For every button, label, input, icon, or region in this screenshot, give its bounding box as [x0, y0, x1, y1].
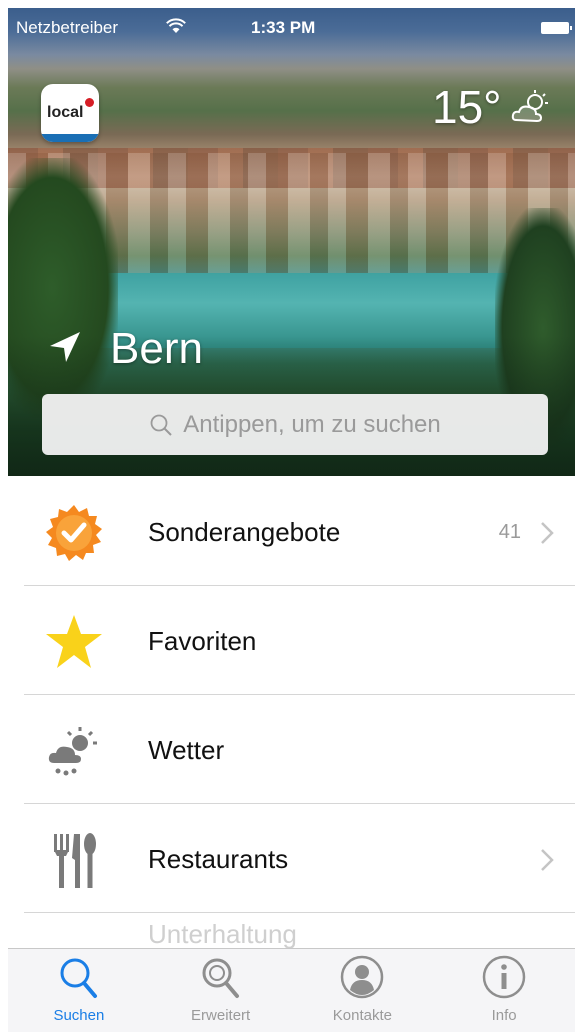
location-arrow-icon[interactable]	[48, 330, 82, 364]
list-item-sonderangebote[interactable]: Sonderangebote 41	[0, 477, 575, 586]
app-logo[interactable]: local	[41, 84, 99, 142]
logo-dot	[85, 98, 94, 107]
tab-kontakte[interactable]: Kontakte	[292, 949, 434, 1032]
logo-text: local	[47, 104, 84, 121]
tab-suchen[interactable]: Suchen	[8, 949, 150, 1032]
search-icon	[60, 958, 97, 998]
carrier-name: Netzbetreiber	[16, 18, 119, 37]
weather-icon	[48, 727, 97, 776]
info-icon	[482, 955, 526, 999]
item-label: Sonderangebote	[148, 517, 341, 547]
category-list: Sonderangebote 41 Favoriten Wetter Resta…	[0, 477, 575, 913]
battery-icon	[541, 22, 572, 34]
advanced-search-icon	[202, 958, 239, 998]
list-item-favoriten[interactable]: Favoriten	[0, 586, 575, 695]
chevron-right-icon	[541, 522, 554, 544]
partly-cloudy-icon[interactable]	[510, 90, 550, 126]
special-offer-badge-icon	[46, 505, 102, 561]
tab-bar: Suchen Erweitert Kontakte Info	[8, 948, 575, 1032]
city-name[interactable]: Bern	[110, 324, 203, 374]
status-bar: Netzbetreiber 1:33 PM	[8, 8, 575, 48]
item-label: Unterhaltung	[148, 919, 297, 949]
list-item-wetter[interactable]: Wetter	[0, 695, 575, 804]
tab-label: Suchen	[53, 1007, 105, 1024]
item-label: Wetter	[148, 735, 225, 765]
search-icon	[150, 414, 172, 436]
search-placeholder: Antippen, um zu suchen	[183, 410, 441, 438]
status-time: 1:33 PM	[251, 18, 316, 37]
tab-info[interactable]: Info	[433, 949, 575, 1032]
contacts-icon	[341, 955, 384, 999]
weather-temperature[interactable]: 15°	[432, 80, 502, 134]
list-item-partial[interactable]: Unterhaltung	[0, 913, 575, 953]
item-label: Restaurants	[148, 844, 289, 874]
list-item-restaurants[interactable]: Restaurants	[0, 804, 575, 913]
item-label: Favoriten	[148, 626, 257, 656]
search-input[interactable]: Antippen, um zu suchen	[42, 394, 548, 455]
logo-bar	[41, 134, 99, 142]
tab-label: Kontakte	[332, 1007, 392, 1024]
wifi-icon	[166, 18, 186, 33]
tab-erweitert[interactable]: Erweitert	[150, 949, 292, 1032]
tab-label: Erweitert	[191, 1007, 251, 1024]
item-count-badge: 41	[498, 521, 521, 543]
star-icon	[46, 615, 102, 668]
tab-label: Info	[491, 1007, 517, 1024]
chevron-right-icon	[541, 849, 554, 871]
cutlery-icon	[54, 833, 96, 888]
